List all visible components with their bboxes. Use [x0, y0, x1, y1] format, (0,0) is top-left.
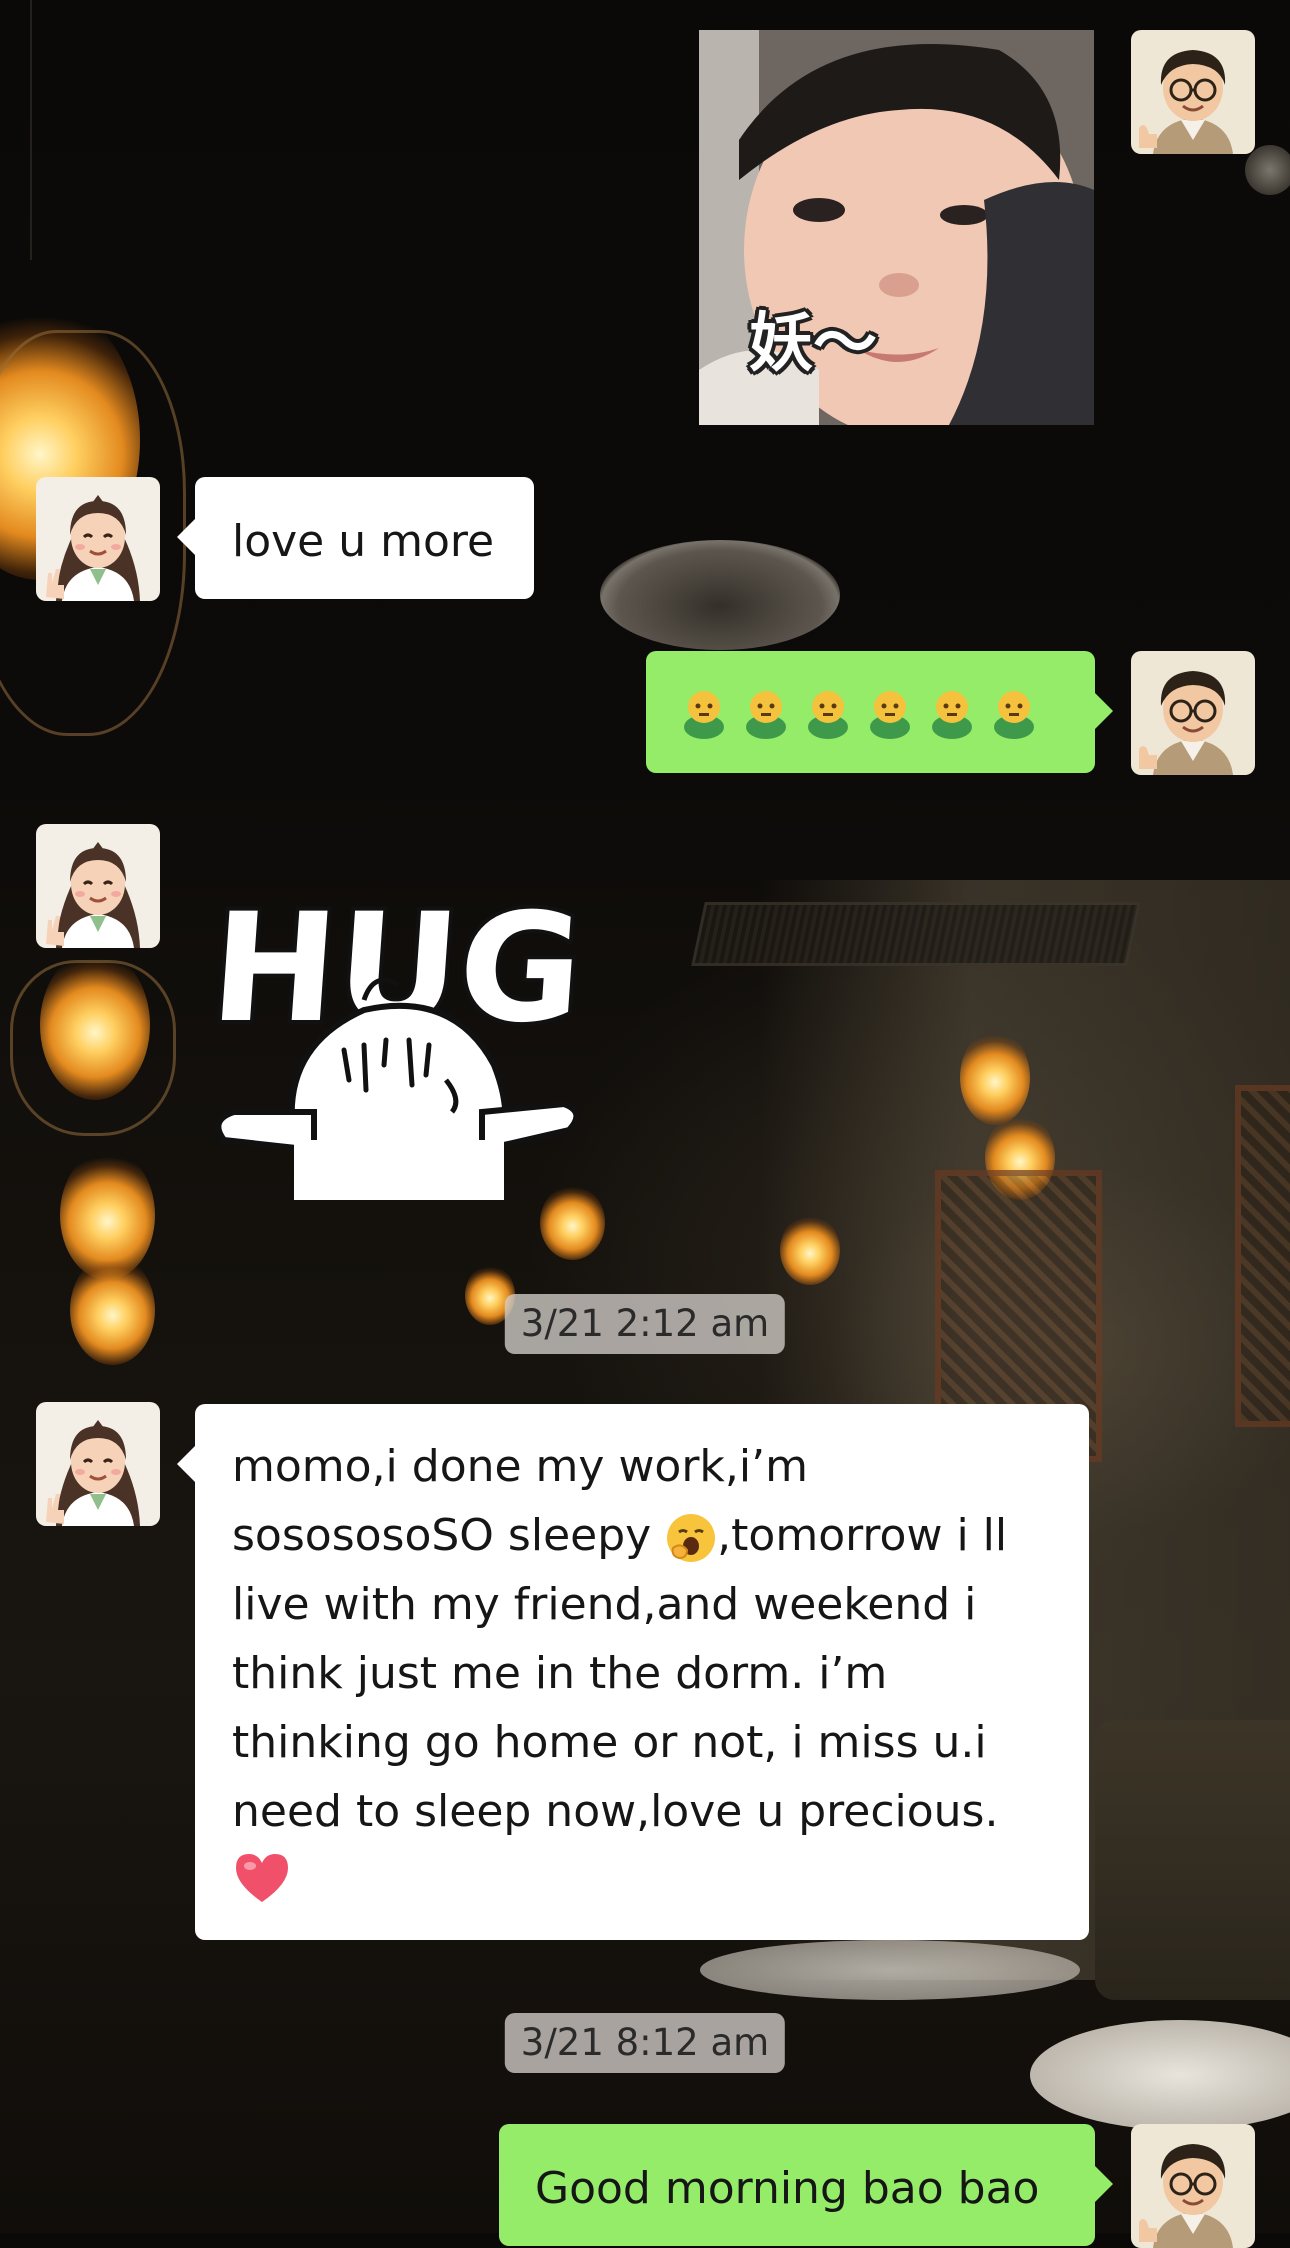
male-cartoon-avatar-icon	[1131, 651, 1255, 775]
green-figure-emoji-row	[684, 691, 1034, 739]
background-lamp	[960, 1030, 1030, 1125]
green-figure-emoji	[746, 691, 786, 739]
timestamp-label: 3/21 2:12 am	[504, 1294, 786, 1354]
background-table	[1030, 2020, 1290, 2130]
background-lamp-wire	[30, 0, 32, 260]
yawning-face-emoji-icon	[667, 1514, 716, 1562]
background-ceiling-vent	[691, 902, 1141, 966]
background-table	[700, 1940, 1080, 2000]
background-bench	[1095, 1720, 1290, 2000]
message-bubble[interactable]: Good morning bao bao	[499, 2124, 1113, 2246]
message-bubble[interactable]: love u more	[177, 477, 534, 599]
contact-avatar[interactable]	[36, 824, 160, 948]
green-figure-emoji	[684, 691, 724, 739]
emoji-message-bubble[interactable]	[646, 651, 1113, 773]
baby-face-sticker[interactable]: 妖～	[699, 30, 1094, 425]
timestamp-label: 3/21 8:12 am	[504, 2013, 786, 2073]
green-figure-emoji	[870, 691, 910, 739]
male-cartoon-avatar-icon	[1131, 2124, 1255, 2248]
background-wooden-screen	[1235, 1085, 1290, 1427]
green-figure-emoji	[932, 691, 972, 739]
contact-avatar[interactable]	[36, 1402, 160, 1526]
hug-character-icon: HUG	[202, 878, 592, 1200]
background-ceiling-fixture-small	[1245, 145, 1290, 195]
sticker-caption: 妖～	[749, 307, 877, 381]
contact-avatar[interactable]	[36, 477, 160, 601]
green-figure-emoji	[994, 691, 1034, 739]
self-avatar[interactable]	[1131, 30, 1255, 154]
female-cartoon-avatar-icon	[36, 824, 160, 948]
message-text: Good morning bao bao	[535, 2163, 1040, 2214]
self-avatar[interactable]	[1131, 651, 1255, 775]
background-lamp	[70, 1255, 155, 1365]
background-lamp	[780, 1215, 840, 1285]
self-avatar[interactable]	[1131, 2124, 1255, 2248]
message-bubble[interactable]: momo,i done my work,i’m sosososoSO sleep…	[177, 1404, 1089, 1940]
green-figure-emoji	[808, 691, 848, 739]
male-cartoon-avatar-icon	[1131, 30, 1255, 154]
hug-sticker[interactable]: HUG	[202, 850, 594, 1200]
message-text: momo,i done my work,i’m sosososoSO sleep…	[232, 1432, 1069, 1906]
red-heart-emoji-icon	[236, 1854, 288, 1902]
background-ceiling-fixture	[600, 540, 840, 650]
message-text: love u more	[232, 516, 495, 567]
female-cartoon-avatar-icon	[36, 1402, 160, 1526]
female-cartoon-avatar-icon	[36, 477, 160, 601]
background-lamp-cage	[10, 960, 176, 1136]
